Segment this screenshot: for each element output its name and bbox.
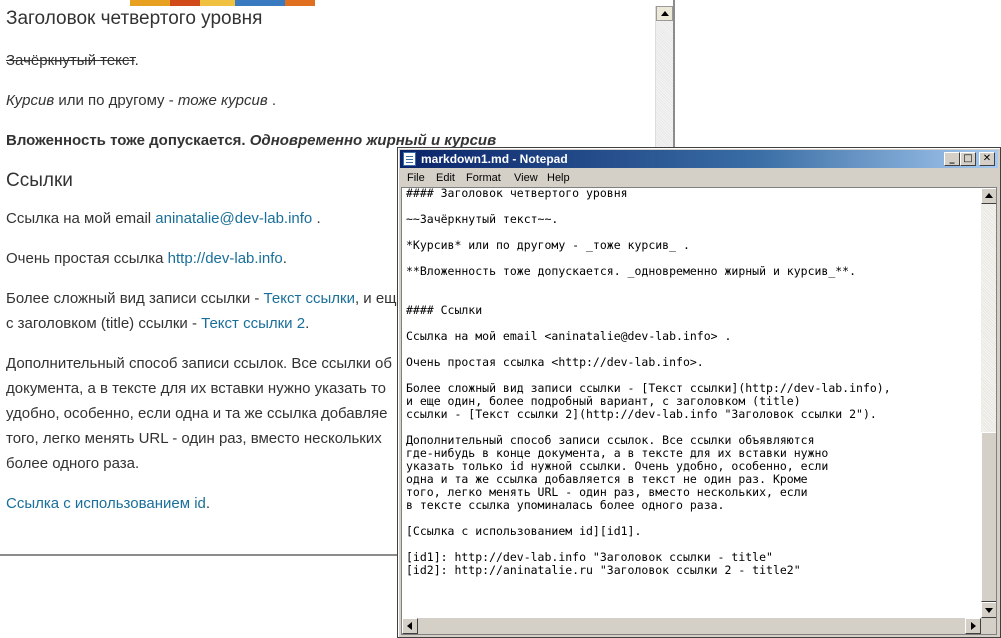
complex-tail-2: .	[305, 315, 310, 332]
simple-link-tail: .	[282, 250, 287, 267]
complex-prefix-2: с заголовком (title) ссылки -	[6, 315, 202, 332]
extra-line: того, легко менять URL - один раз, вмест…	[6, 430, 382, 447]
scroll-thumb[interactable]	[981, 432, 996, 602]
editor-line: ссылки - [Текст ссылки 2](http://dev-lab…	[406, 407, 877, 421]
complex-prefix-1: Более сложный вид записи ссылки -	[6, 290, 264, 307]
email-tail: .	[312, 210, 321, 227]
email-prefix: Ссылка на мой email	[6, 210, 156, 227]
extra-line: документа, а в тексте для их вставки нуж…	[6, 380, 387, 397]
text-editor[interactable]: #### Заголовок четвертого уровня ~~Зачёр…	[401, 187, 997, 635]
bold-text: Вложенность тоже допускается.	[6, 132, 250, 149]
editor-line: Очень простая ссылка <http://dev-lab.inf…	[406, 355, 704, 369]
editor-text: #### Заголовок четвертого уровня ~~Зачёр…	[406, 187, 976, 577]
text-link-2[interactable]: Текст ссылки 2	[201, 315, 305, 332]
horizontal-scrollbar[interactable]	[402, 618, 981, 634]
strike-text: Зачёркнутый текст	[6, 52, 135, 69]
heading-level4: Заголовок четвертого уровня	[6, 8, 263, 29]
italic-text-1: Курсив	[6, 92, 55, 109]
id-link-tail: .	[205, 495, 211, 512]
italic-text-2: тоже курсив	[177, 92, 268, 109]
simple-link-prefix: Очень простая ссылка	[6, 250, 168, 267]
editor-line: [Ссылка с использованием id][id1].	[406, 524, 642, 538]
editor-line: #### Заголовок четвертого уровня	[406, 187, 628, 200]
menu-bar: File Edit Format View Help	[400, 169, 998, 187]
editor-line: [id2]: http://aninatalie.ru "Заголовок с…	[406, 563, 801, 577]
scroll-up-arrow-icon[interactable]	[981, 188, 996, 204]
text-link-1[interactable]: Текст ссылки	[264, 290, 355, 307]
scroll-down-arrow-icon[interactable]	[981, 602, 996, 618]
vertical-scrollbar[interactable]	[981, 188, 996, 618]
title-bar[interactable]: markdown1.md - Notepad _ □ ✕	[400, 150, 998, 168]
menu-file[interactable]: File	[404, 169, 428, 187]
window-title: markdown1.md - Notepad	[421, 152, 568, 166]
maximize-button[interactable]: □	[960, 152, 976, 166]
extra-line: более одного раза.	[6, 455, 140, 472]
editor-line: Ссылка на мой email <aninatalie@dev-lab.…	[406, 329, 732, 343]
menu-format[interactable]: Format	[463, 169, 504, 187]
simple-link[interactable]: http://dev-lab.info	[168, 250, 283, 267]
italic-paragraph: Курсив или по другому - тоже курсив .	[6, 88, 646, 113]
editor-line: ~~Зачёркнутый текст~~.	[406, 212, 559, 226]
size-grip[interactable]	[981, 618, 996, 634]
extra-line: Дополнительный способ записи ссылок. Все…	[6, 355, 392, 372]
email-link[interactable]: aninatalie@dev-lab.info	[155, 210, 312, 227]
strike-tail: .	[134, 52, 139, 69]
notepad-window: markdown1.md - Notepad _ □ ✕ File Edit F…	[397, 147, 1001, 638]
complex-tail-1: , и ещ	[354, 290, 397, 307]
menu-view[interactable]: View	[511, 169, 541, 187]
editor-line: *Курсив* или по другому - _тоже курсив_ …	[406, 238, 690, 252]
scroll-up-arrow-icon[interactable]	[656, 6, 673, 21]
minimize-button[interactable]: _	[944, 152, 960, 166]
editor-line: в тексте ссылка упоминалась более одного…	[406, 498, 725, 512]
id-link[interactable]: Ссылка с использованием id	[6, 495, 206, 512]
italic-middle: или по другому -	[54, 92, 178, 109]
italic-tail: .	[267, 92, 276, 109]
editor-line: #### Ссылки	[406, 303, 483, 317]
strike-paragraph: Зачёркнутый текст.	[6, 48, 646, 73]
scroll-right-arrow-icon[interactable]	[965, 618, 981, 634]
menu-edit[interactable]: Edit	[433, 169, 458, 187]
scroll-left-arrow-icon[interactable]	[402, 618, 418, 634]
menu-help[interactable]: Help	[544, 169, 573, 187]
notepad-icon	[403, 152, 416, 166]
extra-line: удобно, особенно, если одна и та же ссыл…	[6, 405, 388, 422]
close-button[interactable]: ✕	[979, 152, 995, 166]
editor-line: **Вложенность тоже допускается. _одновре…	[406, 264, 857, 278]
